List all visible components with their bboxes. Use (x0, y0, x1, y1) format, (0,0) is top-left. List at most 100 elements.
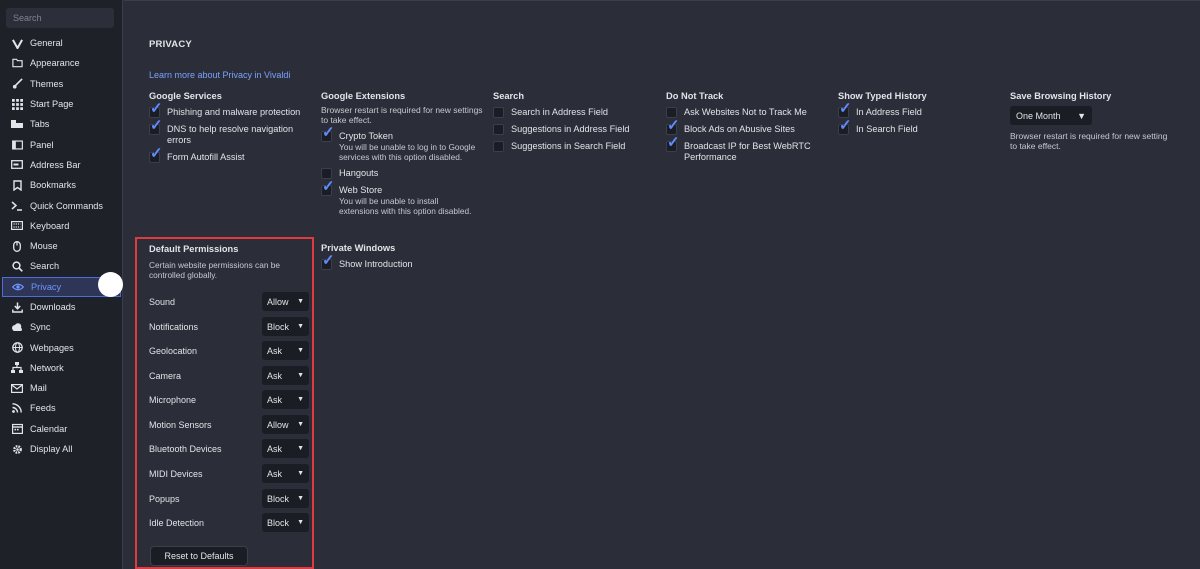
search-section: Search Search in Address Field Suggestio… (493, 91, 663, 152)
typed-history-search-checkbox[interactable] (838, 120, 852, 135)
search-in-address-field-checkbox[interactable] (493, 107, 504, 118)
sidebar-item-label: Sync (30, 322, 51, 333)
permission-row-geolocation: Geolocation Ask ▼ (149, 341, 309, 360)
sidebar-item-display-all[interactable]: Display All (0, 439, 123, 459)
do-not-track-title: Do Not Track (666, 91, 724, 101)
dns-navigation-errors-option[interactable]: DNS to help resolve navigation errors (149, 120, 314, 146)
typed-history-search-option[interactable]: In Search Field (838, 120, 998, 135)
option-label: Form Autofill Assist (167, 152, 245, 162)
sidebar-item-label: Panel (30, 139, 54, 150)
select-value: One Month (1016, 110, 1061, 121)
block-abusive-ads-option[interactable]: Block Ads on Abusive Sites (666, 120, 831, 135)
form-autofill-checkbox[interactable] (149, 148, 163, 163)
sidebar-item-webpages[interactable]: Webpages (0, 337, 123, 357)
private-windows-section: Private Windows Show Introduction (321, 243, 481, 270)
grid-icon (11, 98, 23, 110)
permission-row-motion-sensors: Motion Sensors Allow ▼ (149, 415, 309, 434)
suggestions-search-field-option[interactable]: Suggestions in Search Field (493, 141, 663, 152)
sidebar-item-start-page[interactable]: Start Page (0, 94, 123, 114)
crypto-token-checkbox[interactable] (321, 127, 335, 142)
option-label: In Address Field (856, 107, 922, 117)
suggestions-address-field-checkbox[interactable] (493, 124, 504, 135)
typed-history-address-option[interactable]: In Address Field (838, 103, 998, 118)
phishing-protection-option[interactable]: Phishing and malware protection (149, 103, 314, 118)
page-title: PRIVACY (149, 39, 192, 50)
sidebar-item-address-bar[interactable]: Address Bar (0, 155, 123, 175)
popups-permission-select[interactable]: Block ▼ (262, 489, 309, 508)
option-label: In Search Field (856, 124, 918, 134)
microphone-permission-select[interactable]: Ask ▼ (262, 390, 309, 409)
sidebar-item-tabs[interactable]: Tabs (0, 114, 123, 134)
midi-devices-permission-select[interactable]: Ask ▼ (262, 464, 309, 483)
dns-navigation-errors-checkbox[interactable] (149, 120, 163, 135)
reset-to-defaults-button[interactable]: Reset to Defaults (150, 546, 248, 566)
sidebar-item-keyboard[interactable]: Keyboard (0, 216, 123, 236)
suggestions-address-field-option[interactable]: Suggestions in Address Field (493, 124, 663, 135)
sidebar-item-panel[interactable]: Panel (0, 134, 123, 154)
sidebar-search-input[interactable]: Search (6, 8, 114, 28)
sidebar-item-feeds[interactable]: Feeds (0, 398, 123, 418)
form-autofill-option[interactable]: Form Autofill Assist (149, 148, 314, 163)
download-icon (11, 301, 23, 313)
sidebar-item-mail[interactable]: Mail (0, 378, 123, 398)
select-value: Ask (267, 443, 283, 454)
hangouts-option[interactable]: Hangouts (321, 168, 486, 179)
sidebar-item-mouse[interactable]: Mouse (0, 236, 123, 256)
privacy-settings-page: PRIVACY Learn more about Privacy in Viva… (124, 0, 1200, 569)
broadcast-ip-webrtc-checkbox[interactable] (666, 137, 680, 152)
google-services-title: Google Services (149, 91, 222, 101)
calendar-icon (11, 423, 23, 435)
browsing-history-select[interactable]: One Month ▼ (1010, 106, 1092, 125)
sidebar-item-downloads[interactable]: Downloads (0, 297, 123, 317)
option-label: Phishing and malware protection (167, 107, 301, 117)
idle-detection-permission-select[interactable]: Block ▼ (262, 513, 309, 532)
option-label: Search in Address Field (511, 107, 609, 117)
suggestions-search-field-checkbox[interactable] (493, 141, 504, 152)
option-label: Crypto Token (339, 131, 393, 141)
brush-icon (11, 78, 23, 90)
show-introduction-option[interactable]: Show Introduction (321, 255, 481, 270)
default-permissions-description: Certain website permissions can be contr… (149, 260, 280, 280)
show-introduction-checkbox[interactable] (321, 255, 335, 270)
notifications-permission-select[interactable]: Block ▼ (262, 317, 309, 336)
permission-row-microphone: Microphone Ask ▼ (149, 390, 309, 409)
browsing-history-note: Browser restart is required for new sett… (1010, 131, 1168, 151)
camera-permission-select[interactable]: Ask ▼ (262, 366, 309, 385)
sidebar-item-general[interactable]: General (0, 33, 123, 53)
permission-label: Bluetooth Devices (149, 443, 222, 454)
sidebar-item-quick-commands[interactable]: Quick Commands (0, 195, 123, 215)
sidebar-item-calendar[interactable]: Calendar (0, 419, 123, 439)
sidebar-item-label: Mouse (30, 241, 58, 252)
permission-label: Motion Sensors (149, 419, 212, 430)
geolocation-permission-select[interactable]: Ask ▼ (262, 341, 309, 360)
sidebar-item-label: Bookmarks (30, 180, 76, 191)
default-permissions-panel: Default Permissions Certain website perm… (135, 237, 314, 569)
bluetooth-devices-permission-select[interactable]: Ask ▼ (262, 439, 309, 458)
motion-sensors-permission-select[interactable]: Allow ▼ (262, 415, 309, 434)
search-in-address-field-option[interactable]: Search in Address Field (493, 107, 663, 118)
sidebar-item-appearance[interactable]: Appearance (0, 53, 123, 73)
sidebar-item-label: Tabs (30, 119, 50, 130)
search-title: Search (493, 91, 525, 101)
keyboard-icon (11, 220, 23, 232)
sound-permission-select[interactable]: Allow ▼ (262, 292, 309, 311)
mail-icon (11, 382, 23, 394)
sidebar-item-bookmarks[interactable]: Bookmarks (0, 175, 123, 195)
permission-label: Notifications (149, 321, 199, 332)
option-label: Show Introduction (339, 259, 413, 269)
bookmark-icon (11, 179, 23, 191)
sidebar-item-themes[interactable]: Themes (0, 74, 123, 94)
learn-more-link[interactable]: Learn more about Privacy in Vivaldi (149, 70, 290, 80)
sidebar-item-sync[interactable]: Sync (0, 317, 123, 337)
chevron-down-icon: ▼ (297, 421, 304, 428)
crypto-token-option[interactable]: Crypto Token (321, 127, 486, 142)
sidebar-item-label: Themes (30, 78, 64, 89)
typed-history-section: Show Typed History In Address Field In S… (838, 91, 998, 135)
sidebar-item-network[interactable]: Network (0, 358, 123, 378)
broadcast-ip-webrtc-option[interactable]: Broadcast IP for Best WebRTC Performance (666, 137, 831, 163)
ask-not-to-track-option[interactable]: Ask Websites Not to Track Me (666, 107, 831, 118)
option-label: Hangouts (339, 168, 379, 178)
web-store-option[interactable]: Web Store (321, 181, 486, 196)
tabs-icon (11, 118, 23, 130)
web-store-checkbox[interactable] (321, 181, 335, 196)
